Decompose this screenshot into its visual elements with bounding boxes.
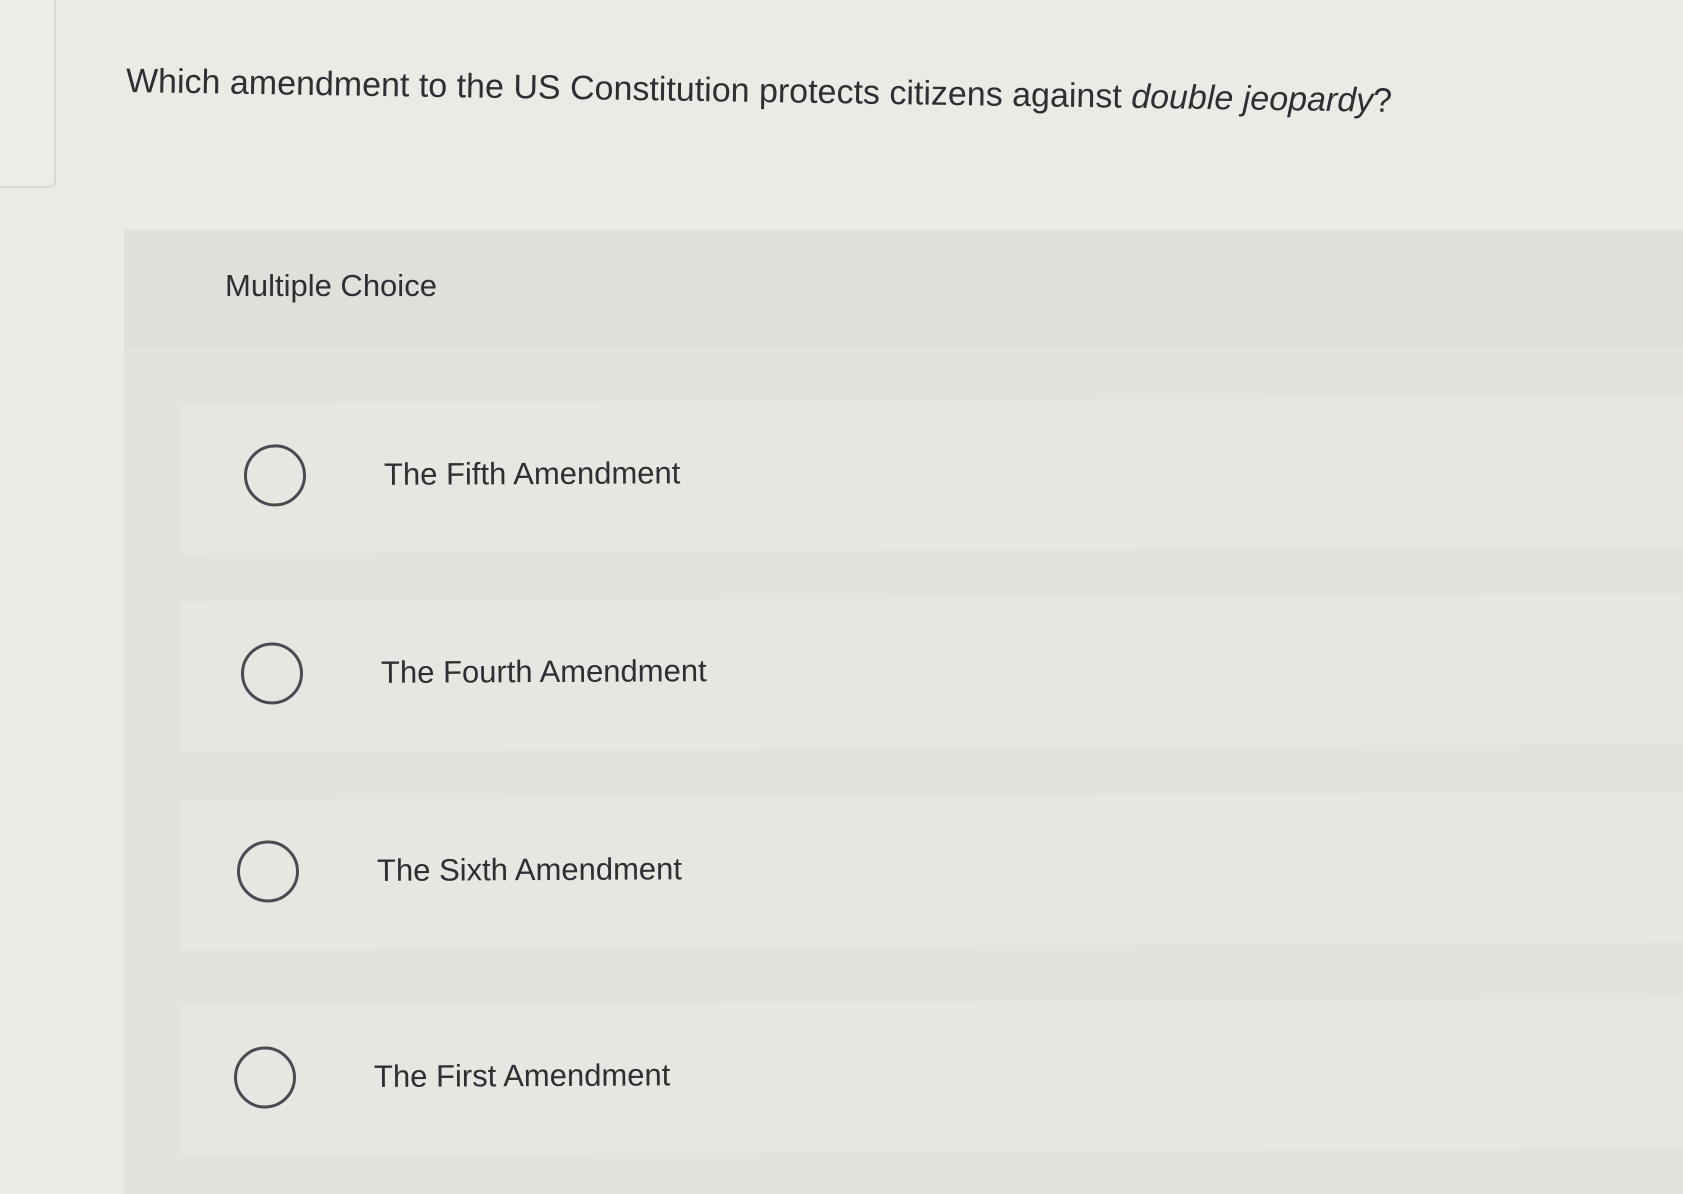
answer-option-3[interactable]: The Sixth Amendment <box>179 792 1683 950</box>
answer-option-1[interactable]: The Fifth Amendment <box>179 396 1683 554</box>
question-suffix: ? <box>1372 81 1393 120</box>
answer-option-label: The Fifth Amendment <box>383 455 681 492</box>
question-emphasis: double jeopardy <box>1130 77 1374 120</box>
answer-option-label: The Fourth Amendment <box>380 653 707 690</box>
question-prefix: Which amendment to the US Constitution p… <box>125 62 1132 116</box>
multiple-choice-panel: Multiple Choice The Fifth Amendment The … <box>124 230 1683 1194</box>
answer-option-label: The Sixth Amendment <box>376 851 683 888</box>
radio-button-icon[interactable] <box>233 1046 297 1109</box>
question-type-header: Multiple Choice <box>124 230 1683 348</box>
question-text: Which amendment to the US Constitution p… <box>126 58 1667 128</box>
question-type-label: Multiple Choice <box>225 268 437 303</box>
radio-button-icon[interactable] <box>240 642 304 705</box>
radio-button-icon[interactable] <box>236 840 300 903</box>
answer-option-2[interactable]: The Fourth Amendment <box>179 594 1683 752</box>
answer-option-label: The First Amendment <box>373 1057 671 1094</box>
radio-button-icon[interactable] <box>243 444 307 507</box>
left-panel-edge <box>0 0 56 188</box>
answer-option-4[interactable]: The First Amendment <box>179 998 1683 1156</box>
